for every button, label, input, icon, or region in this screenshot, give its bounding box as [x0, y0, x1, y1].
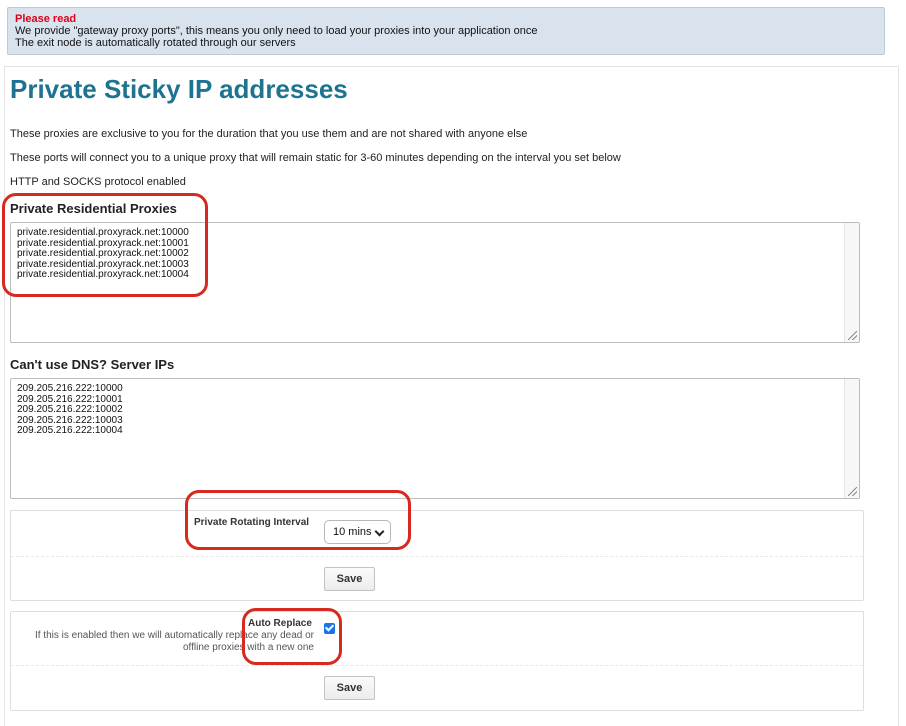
rotating-interval-card: Private Rotating Interval 10 mins Save	[10, 510, 864, 601]
textarea-scrollbar[interactable]	[844, 223, 859, 342]
textarea-scrollbar[interactable]	[844, 379, 859, 498]
server-ips-label: Can't use DNS? Server IPs	[10, 357, 175, 372]
notice-banner: Please read We provide "gateway proxy po…	[7, 7, 885, 55]
notice-line-2: The exit node is automatically rotated t…	[15, 37, 296, 49]
notice-title: Please read	[15, 13, 77, 25]
save-interval-button[interactable]: Save	[324, 567, 375, 591]
auto-replace-card: Auto Replace If this is enabled then we …	[10, 611, 864, 711]
page-title: Private Sticky IP addresses	[10, 74, 348, 104]
auto-replace-label: Auto Replace	[248, 618, 312, 629]
proxy-entry: private.residential.proxyrack.net:10000	[17, 227, 189, 238]
auto-replace-checkbox[interactable]	[324, 623, 335, 634]
server-ip-entry: 209.205.216.222:10002	[17, 404, 123, 416]
card-divider	[11, 556, 863, 557]
proxy-entry: private.residential.proxyrack.net:10004	[17, 269, 189, 281]
residential-proxies-label: Private Residential Proxies	[10, 201, 177, 216]
resize-grip-icon[interactable]	[848, 487, 857, 496]
rotating-interval-value: 10 mins	[333, 526, 372, 538]
residential-proxies-textarea[interactable]: private.residential.proxyrack.net:10000 …	[10, 222, 860, 343]
rotating-interval-label: Private Rotating Interval	[194, 517, 310, 528]
notice-line-1: We provide "gateway proxy ports", this m…	[15, 25, 538, 37]
server-ip-entry: 209.205.216.222:10001	[17, 393, 123, 405]
auto-replace-help: If this is enabled then we will automati…	[34, 630, 314, 653]
description-static: These ports will connect you to a unique…	[10, 152, 621, 164]
server-ip-entry: 209.205.216.222:10000	[17, 383, 123, 394]
rotating-interval-select[interactable]: 10 mins	[324, 520, 391, 544]
server-ip-entry: 209.205.216.222:10003	[17, 414, 123, 426]
server-ips-textarea[interactable]: 209.205.216.222:10000 209.205.216.222:10…	[10, 378, 860, 499]
server-ip-entry: 209.205.216.222:10004	[17, 425, 123, 437]
description-protocol: HTTP and SOCKS protocol enabled	[10, 176, 186, 188]
resize-grip-icon[interactable]	[848, 331, 857, 340]
chevron-down-icon	[374, 526, 385, 537]
card-divider	[11, 665, 863, 666]
save-auto-replace-button[interactable]: Save	[324, 676, 375, 700]
description-exclusive: These proxies are exclusive to you for t…	[10, 128, 528, 140]
